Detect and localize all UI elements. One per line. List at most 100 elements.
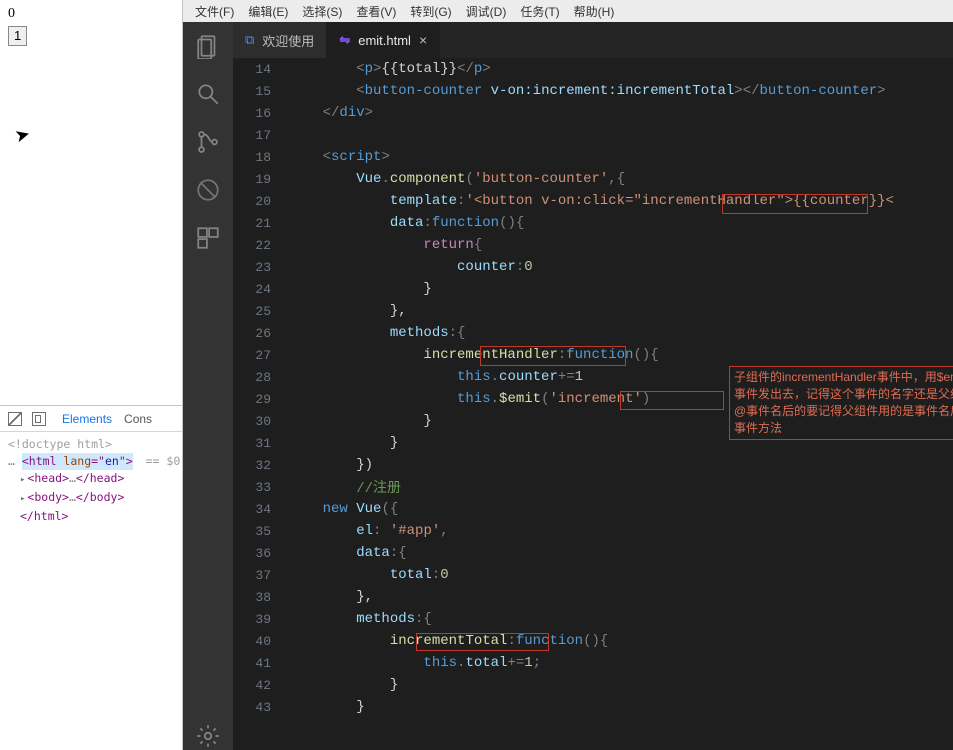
code-line[interactable]: 25 }, (233, 300, 953, 322)
html-node[interactable]: <html lang="en"> (22, 453, 133, 470)
code-line[interactable]: 16 </div> (233, 102, 953, 124)
code-line[interactable]: 35 el: '#app', (233, 520, 953, 542)
tab-emit-html[interactable]: ⇋ emit.html × (327, 22, 440, 58)
menu-debug[interactable]: 调试(D) (460, 3, 513, 20)
line-number: 29 (233, 392, 289, 407)
extensions-icon[interactable] (194, 224, 222, 252)
line-number: 25 (233, 304, 289, 319)
devtools-toolbar: Elements Cons (0, 406, 182, 432)
code-line[interactable]: 41 this.total+=1; (233, 652, 953, 674)
code-content: //注册 (289, 477, 401, 497)
line-number: 19 (233, 172, 289, 187)
menu-goto[interactable]: 转到(G) (404, 3, 457, 20)
files-icon[interactable] (194, 32, 222, 60)
code-line[interactable]: 38 }, (233, 586, 953, 608)
line-number: 43 (233, 700, 289, 715)
code-content: data:{ (289, 545, 407, 561)
annotation-box (722, 194, 868, 214)
annotation-box (480, 346, 626, 366)
code-line[interactable]: 22 return{ (233, 234, 953, 256)
line-number: 37 (233, 568, 289, 583)
code-line[interactable]: 43 } (233, 696, 953, 718)
tab-welcome[interactable]: ⧉ 欢迎使用 (233, 22, 327, 58)
code-line[interactable]: 33 //注册 (233, 476, 953, 498)
line-number: 17 (233, 128, 289, 143)
code-line[interactable]: 18 <script> (233, 146, 953, 168)
tab-elements[interactable]: Elements (62, 412, 112, 426)
code-line[interactable]: 14 <p>{{total}}</p> (233, 58, 953, 80)
menu-view[interactable]: 查看(V) (350, 3, 402, 20)
code-line[interactable]: 17 (233, 124, 953, 146)
menu-file[interactable]: 文件(F) (189, 3, 240, 20)
counter-button[interactable]: 1 (8, 26, 27, 46)
menu-edit[interactable]: 编辑(E) (242, 3, 294, 20)
source-control-icon[interactable] (194, 128, 222, 156)
tab-label: emit.html (358, 33, 411, 48)
code-editor[interactable]: 14 <p>{{total}}</p>15 <button-counter v-… (233, 58, 953, 750)
line-number: 28 (233, 370, 289, 385)
code-line[interactable]: 21 data:function(){ (233, 212, 953, 234)
tab-bar: ⧉ 欢迎使用 ⇋ emit.html × (233, 22, 953, 58)
code-content: methods:{ (289, 325, 465, 341)
annotation-box (620, 391, 724, 410)
line-number: 22 (233, 238, 289, 253)
line-number: 30 (233, 414, 289, 429)
code-line[interactable]: 40 incrementTotal:function(){ (233, 630, 953, 652)
dom-tree[interactable]: <!doctype html> … <html lang="en"> == $0… (0, 432, 182, 529)
line-number: 24 (233, 282, 289, 297)
code-line[interactable]: 19 Vue.component('button-counter',{ (233, 168, 953, 190)
line-number: 41 (233, 656, 289, 671)
mouse-cursor-icon: ➤ (13, 123, 33, 147)
code-content: total:0 (289, 567, 449, 583)
code-content: } (289, 435, 398, 451)
code-line[interactable]: 34 new Vue({ (233, 498, 953, 520)
total-display: 0 (8, 6, 174, 22)
line-number: 42 (233, 678, 289, 693)
code-line[interactable]: 23 counter:0 (233, 256, 953, 278)
line-number: 23 (233, 260, 289, 275)
menu-select[interactable]: 选择(S) (296, 3, 348, 20)
code-content: }, (289, 589, 373, 605)
code-content: this.total+=1; (289, 655, 541, 671)
tab-label: 欢迎使用 (262, 31, 314, 50)
settings-gear-icon[interactable] (194, 722, 222, 750)
line-number: 34 (233, 502, 289, 517)
line-number: 32 (233, 458, 289, 473)
code-content: methods:{ (289, 611, 432, 627)
code-line[interactable]: 15 <button-counter v-on:increment:increm… (233, 80, 953, 102)
close-icon[interactable]: × (419, 32, 427, 48)
code-content: data:function(){ (289, 215, 524, 231)
code-line[interactable]: 36 data:{ (233, 542, 953, 564)
html-file-icon: ⇋ (339, 32, 350, 48)
code-line[interactable]: 26 methods:{ (233, 322, 953, 344)
code-content: <button-counter v-on:increment:increment… (289, 83, 886, 99)
selected-marker: == $0 (146, 454, 181, 468)
code-line[interactable]: 37 total:0 (233, 564, 953, 586)
device-toolbar-icon[interactable] (32, 412, 46, 426)
code-line[interactable]: 42 } (233, 674, 953, 696)
annotation-box (416, 633, 549, 651)
menu-help[interactable]: 帮助(H) (568, 3, 621, 20)
editor-pane: 文件(F) 编辑(E) 选择(S) 查看(V) 转到(G) 调试(D) 任务(T… (183, 0, 953, 750)
inspect-element-icon[interactable] (8, 412, 22, 426)
code-line[interactable]: 32 }) (233, 454, 953, 476)
debug-icon[interactable] (194, 176, 222, 204)
code-content: el: '#app', (289, 523, 449, 539)
vscode-icon: ⧉ (245, 32, 254, 48)
line-number: 18 (233, 150, 289, 165)
devtools-panel: Elements Cons <!doctype html> … <html la… (0, 405, 182, 750)
menu-tasks[interactable]: 任务(T) (514, 3, 565, 20)
code-content: this.counter+=1 (289, 369, 583, 385)
search-icon[interactable] (194, 80, 222, 108)
browser-preview-pane: 0 1 ➤ Elements Cons <!doctype html> … <h… (0, 0, 183, 750)
code-content: <script> (289, 149, 390, 165)
line-number: 14 (233, 62, 289, 77)
doctype-node: <!doctype html> (8, 437, 112, 451)
line-number: 16 (233, 106, 289, 121)
line-number: 35 (233, 524, 289, 539)
code-line[interactable]: 39 methods:{ (233, 608, 953, 630)
tab-console[interactable]: Cons (124, 412, 152, 426)
code-content: Vue.component('button-counter',{ (289, 171, 625, 187)
code-line[interactable]: 24 } (233, 278, 953, 300)
line-number: 26 (233, 326, 289, 341)
